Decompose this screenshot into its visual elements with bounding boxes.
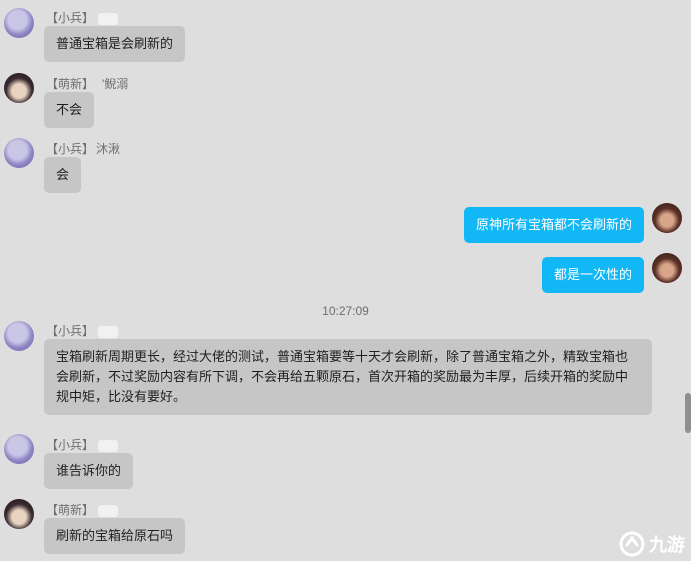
sender-name: 【萌新】 (46, 501, 119, 518)
message-bubble: 刷新的宝箱给原石吗 (44, 518, 186, 554)
redacted-name (98, 12, 119, 25)
message-bubble: 谁告诉你的 (44, 453, 134, 489)
avatar[interactable] (4, 8, 34, 38)
avatar[interactable] (4, 499, 34, 529)
message-bubble-self: 原神所有宝箱都不会刷新的 (463, 207, 644, 243)
watermark-text: 九游 (649, 535, 685, 555)
avatar-self[interactable] (652, 203, 682, 233)
redacted-name (98, 504, 119, 517)
redacted-name (98, 325, 119, 338)
message-bubble-self: 都是一次性的 (541, 257, 644, 293)
avatar-self[interactable] (652, 253, 682, 283)
sender-name: 【小兵】 (46, 322, 119, 339)
avatar[interactable] (4, 138, 34, 168)
message-bubble: 会 (44, 157, 82, 193)
message-bubble: 普通宝箱是会刷新的 (44, 26, 186, 62)
watermark-icon (619, 531, 645, 557)
redacted-name (98, 439, 119, 452)
message-bubble: 宝箱刷新周期更长，经过大佬的测试，普通宝箱要等十天才会刷新，除了普通宝箱之外，精… (44, 339, 652, 415)
message-bubble: 不会 (44, 92, 95, 128)
avatar[interactable] (4, 321, 34, 351)
sender-name: 【萌新】 '鲵溺 (46, 77, 129, 91)
avatar[interactable] (4, 73, 34, 103)
sender-name: 【小兵】 (46, 436, 119, 453)
sender-name: 【小兵】 沐湫 (46, 142, 121, 156)
message-timestamp: 10:27:09 (322, 304, 369, 318)
scrollbar-thumb[interactable] (685, 393, 691, 433)
avatar[interactable] (4, 434, 34, 464)
watermark-logo: 九游 (619, 531, 685, 557)
sender-name: 【小兵】 (46, 9, 119, 26)
